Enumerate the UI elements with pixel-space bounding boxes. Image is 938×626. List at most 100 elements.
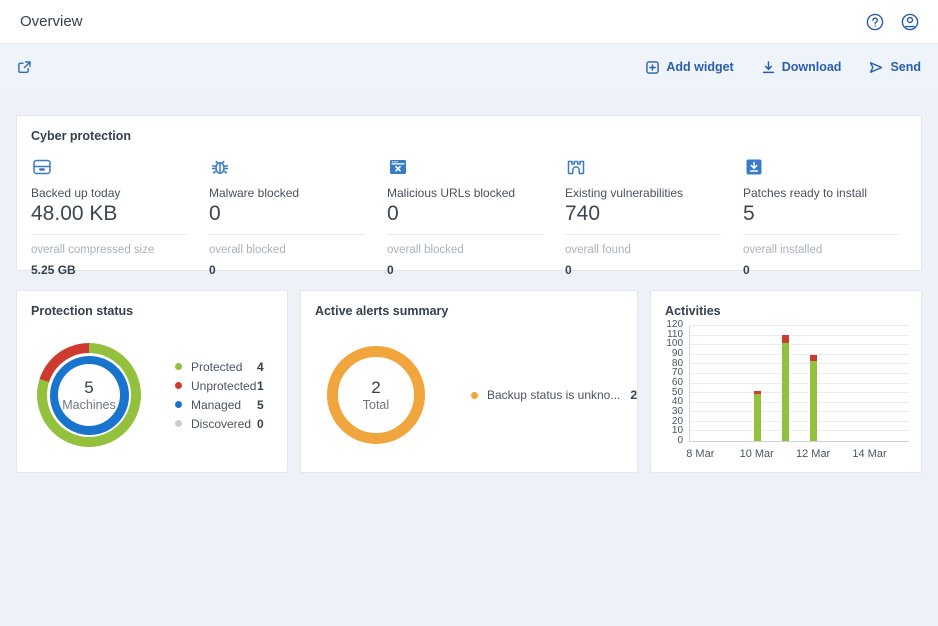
stat-value: 0 <box>209 202 365 226</box>
y-axis-tick: 90 <box>672 348 683 359</box>
activities-title: Activities <box>651 291 921 318</box>
legend-value: 1 <box>257 379 264 393</box>
cyber-protection-stats: Backed up today 48.00 KB overall compres… <box>17 143 921 277</box>
browser-block-icon <box>387 156 543 178</box>
stat-sublabel: overall installed <box>743 244 899 256</box>
stat-value: 0 <box>387 202 543 226</box>
download-button[interactable]: Download <box>761 60 842 75</box>
stat-subvalue: 0 <box>387 263 543 277</box>
stat-subvalue: 0 <box>209 263 365 277</box>
account-icon[interactable] <box>900 12 920 32</box>
gridline <box>690 402 909 403</box>
y-axis-tick: 30 <box>672 406 683 417</box>
activities-bar <box>754 391 761 441</box>
gridline <box>690 383 909 384</box>
activities-card: Activities 0102030405060708090100110120 … <box>650 290 922 473</box>
toolbar-actions: Add widget Download Send <box>645 60 921 75</box>
stat-label: Malware blocked <box>209 186 365 200</box>
legend-dot <box>175 401 182 408</box>
stat-label: Malicious URLs blocked <box>387 186 543 200</box>
gridline <box>690 335 909 336</box>
x-axis-tick: 10 Mar <box>740 448 774 460</box>
dashboard-content: Cyber protection Backed up today 48.00 K… <box>0 90 938 473</box>
machines-label: Machines <box>62 398 116 412</box>
activities-bar <box>782 335 789 441</box>
stat-sublabel: overall blocked <box>387 244 543 256</box>
protection-status-card: Protection status 5 Machines Protected4U… <box>16 290 288 473</box>
legend-item: Backup status is unkno...2 <box>471 388 637 402</box>
y-axis-tick: 80 <box>672 358 683 369</box>
plus-square-icon <box>645 60 660 75</box>
bar-segment-succeeded <box>810 361 817 441</box>
legend-label: Unprotected <box>191 379 257 393</box>
stat-subvalue: 5.25 GB <box>31 263 187 277</box>
stat-label: Backed up today <box>31 186 187 200</box>
gridline <box>690 421 909 422</box>
active-alerts-card: Active alerts summary 2 Total Backup sta… <box>300 290 638 473</box>
legend-dot <box>471 392 478 399</box>
legend-item: Protected4 <box>175 360 264 374</box>
stat-sublabel: overall found <box>565 244 721 256</box>
alerts-donut: 2 Total <box>327 346 425 444</box>
gridline <box>690 325 909 326</box>
machines-count: 5 <box>84 378 93 398</box>
legend-label: Discovered <box>191 417 257 431</box>
legend-value: 4 <box>257 360 264 374</box>
protection-status-title: Protection status <box>17 291 287 318</box>
gridline <box>690 363 909 364</box>
send-button[interactable]: Send <box>868 60 921 75</box>
legend-value: 0 <box>257 417 264 431</box>
activities-chart: 0102030405060708090100110120 8 Mar10 Mar… <box>663 326 909 464</box>
legend-label: Backup status is unkno... <box>487 388 620 402</box>
app-header: Overview <box>0 0 938 44</box>
legend-dot <box>175 420 182 427</box>
x-axis-tick: 8 Mar <box>686 448 714 460</box>
y-axis: 0102030405060708090100110120 <box>663 326 689 442</box>
y-axis-tick: 110 <box>667 329 683 340</box>
fortress-icon <box>565 156 721 178</box>
y-axis-tick: 10 <box>672 425 683 436</box>
popout-icon[interactable] <box>17 60 32 75</box>
stat-divider <box>565 234 721 235</box>
x-axis-tick: 12 Mar <box>796 448 830 460</box>
bar-segment-failed <box>810 355 817 362</box>
alerts-total-count: 2 <box>371 378 380 398</box>
x-axis-tick: 14 Mar <box>852 448 886 460</box>
legend-item: Managed5 <box>175 398 264 412</box>
y-axis-tick: 60 <box>672 377 683 388</box>
add-widget-label: Add widget <box>666 60 733 74</box>
managed-ring: 5 Machines <box>50 356 129 435</box>
cyber-protection-title: Cyber protection <box>17 116 921 143</box>
stat-sublabel: overall compressed size <box>31 244 187 256</box>
legend-item: Discovered0 <box>175 417 264 431</box>
legend-value: 5 <box>257 398 264 412</box>
y-axis-tick: 0 <box>677 435 683 446</box>
add-widget-button[interactable]: Add widget <box>645 60 733 75</box>
stat-label: Patches ready to install <box>743 186 899 200</box>
stat-sublabel: overall blocked <box>209 244 365 256</box>
legend-label: Managed <box>191 398 257 412</box>
widgets-row: Protection status 5 Machines Protected4U… <box>16 290 922 473</box>
stat-divider <box>31 234 187 235</box>
legend-label: Protected <box>191 360 257 374</box>
legend-dot <box>175 363 182 370</box>
y-axis-tick: 40 <box>672 396 683 407</box>
gridline <box>690 354 909 355</box>
cyber-stat: Malicious URLs blocked 0 overall blocked… <box>387 156 565 277</box>
stat-divider <box>387 234 543 235</box>
send-icon <box>868 60 884 75</box>
alerts-total-label: Total <box>363 398 389 412</box>
legend-dot <box>175 382 182 389</box>
cyber-stat: Backed up today 48.00 KB overall compres… <box>31 156 209 277</box>
header-actions <box>865 12 920 32</box>
cyber-protection-card: Cyber protection Backed up today 48.00 K… <box>16 115 922 271</box>
alerts-legend: Backup status is unkno...2 <box>471 383 637 407</box>
stat-value: 740 <box>565 202 721 226</box>
bug-icon <box>209 156 365 178</box>
bar-segment-succeeded <box>782 343 789 441</box>
cyber-stat: Existing vulnerabilities 740 overall fou… <box>565 156 743 277</box>
stat-label: Existing vulnerabilities <box>565 186 721 200</box>
y-axis-tick: 100 <box>666 338 683 349</box>
cyber-stat: Patches ready to install 5 overall insta… <box>743 156 921 277</box>
help-icon[interactable] <box>865 12 885 32</box>
